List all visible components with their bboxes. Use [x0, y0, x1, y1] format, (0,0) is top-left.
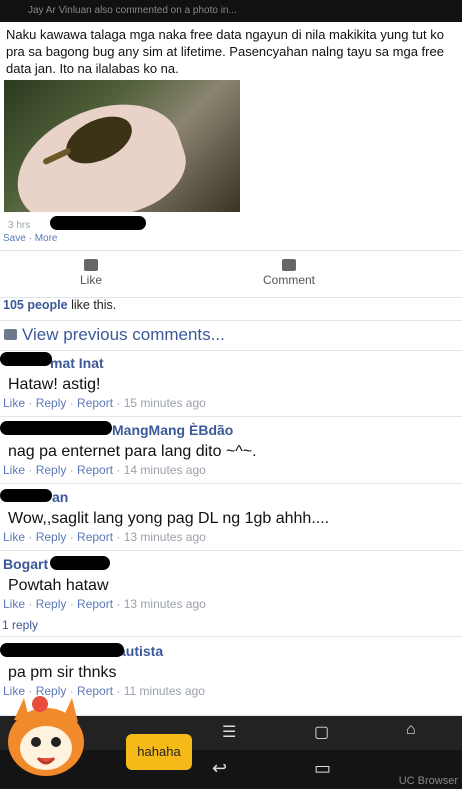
comment-text: Wow,,saglit lang yong pag DL ng 1gb ahhh… [8, 510, 330, 527]
comment-text: nag pa enternet para lang dito ~^~. [8, 443, 257, 460]
recents-icon[interactable]: ▭ [314, 758, 331, 779]
home-icon[interactable]: ⌂ [406, 721, 416, 739]
comment-time: 13 minutes ago [123, 597, 206, 611]
post-photo[interactable] [4, 80, 240, 212]
like-button[interactable]: Like [80, 259, 102, 287]
comment-item: MangMang ÈBdão nag pa enternet para lang… [0, 417, 462, 484]
comment-report-link[interactable]: Report [77, 463, 113, 477]
comment-meta: Like · Reply · Report · 13 minutes ago [3, 597, 206, 611]
comment-reply-link[interactable]: Reply [36, 396, 67, 410]
view-previous-comments[interactable]: View previous comments... [0, 320, 462, 351]
likes-suffix: like this. [71, 298, 117, 312]
comment-meta: Like · Reply · Report · 14 minutes ago [3, 463, 206, 477]
comment-time: 13 minutes ago [123, 530, 206, 544]
comment-reply-link[interactable]: Reply [36, 597, 67, 611]
comment-like-link[interactable]: Like [3, 396, 25, 410]
back-icon[interactable]: ↩ [212, 758, 227, 779]
save-link[interactable]: Save [3, 233, 26, 244]
action-bar: Like Comment [0, 250, 462, 298]
comment-item: mat Inat Hataw! astig! Like · Reply · Re… [0, 350, 462, 417]
like-label: Like [80, 273, 103, 287]
comment-meta: Like · Reply · Report · 15 minutes ago [3, 396, 206, 410]
redaction [50, 216, 146, 230]
comment-author[interactable]: MangMang ÈBdão [112, 422, 233, 438]
comment-report-link[interactable]: Report [77, 530, 113, 544]
comment-like-link[interactable]: Like [3, 597, 25, 611]
comment-time: 11 minutes ago [123, 684, 205, 698]
tabs-icon[interactable]: ▢ [314, 722, 329, 742]
comment-author[interactable]: autista [118, 643, 163, 659]
comment-icon [282, 259, 296, 271]
redaction [0, 489, 52, 502]
redaction [50, 556, 110, 570]
comment-meta: Like · Reply · Report · 13 minutes ago [3, 530, 206, 544]
mascot-squirrel-icon[interactable] [0, 690, 96, 789]
comment-reply-link[interactable]: Reply [36, 463, 67, 477]
comment-label: Comment [263, 273, 316, 287]
brand-label: UC Browser [398, 775, 458, 787]
comment-button[interactable]: Comment [263, 259, 315, 287]
comment-text: Powtah hataw [8, 577, 109, 594]
redaction [0, 643, 124, 657]
comment-text: Hataw! astig! [8, 376, 101, 393]
more-link[interactable]: More [35, 233, 58, 244]
thumbs-up-icon [84, 259, 98, 271]
reply-count-link[interactable]: 1 reply [2, 618, 38, 632]
comment-bubble-icon [4, 329, 17, 340]
likes-summary[interactable]: 105 people like this. [3, 298, 116, 312]
comment-like-link[interactable]: Like [3, 530, 25, 544]
comment-time: 14 minutes ago [123, 463, 206, 477]
comment-item: an Wow,,saglit lang yong pag DL ng 1gb a… [0, 484, 462, 551]
post-time: 3 hrs [8, 220, 31, 231]
comment-author[interactable]: mat Inat [50, 355, 104, 371]
post-text: Naku kawawa talaga mga naka free data ng… [6, 27, 444, 76]
comment-report-link[interactable]: Report [77, 396, 113, 410]
comment-author[interactable]: an [52, 489, 68, 505]
post: Naku kawawa talaga mga naka free data ng… [0, 22, 462, 77]
emoji-bubble[interactable]: hahaha [126, 734, 192, 770]
comment-time: 15 minutes ago [123, 396, 206, 410]
comment-report-link[interactable]: Report [77, 597, 113, 611]
redaction [0, 352, 52, 366]
likes-count[interactable]: 105 people [3, 298, 68, 312]
notification-text: Jay Ar Vinluan also commented on a photo… [28, 5, 237, 16]
post-links: Save · More [3, 233, 58, 244]
menu-icon[interactable]: ☰ [222, 722, 236, 742]
status-bar: Jay Ar Vinluan also commented on a photo… [0, 0, 462, 22]
redaction [0, 421, 112, 435]
comment-text: pa pm sir thnks [8, 664, 117, 681]
comment-reply-link[interactable]: Reply [36, 530, 67, 544]
view-previous-label[interactable]: View previous comments... [22, 325, 225, 345]
comment-item: Bogart omo Powtah hataw Like · Reply · R… [0, 551, 462, 637]
comment-like-link[interactable]: Like [3, 463, 25, 477]
